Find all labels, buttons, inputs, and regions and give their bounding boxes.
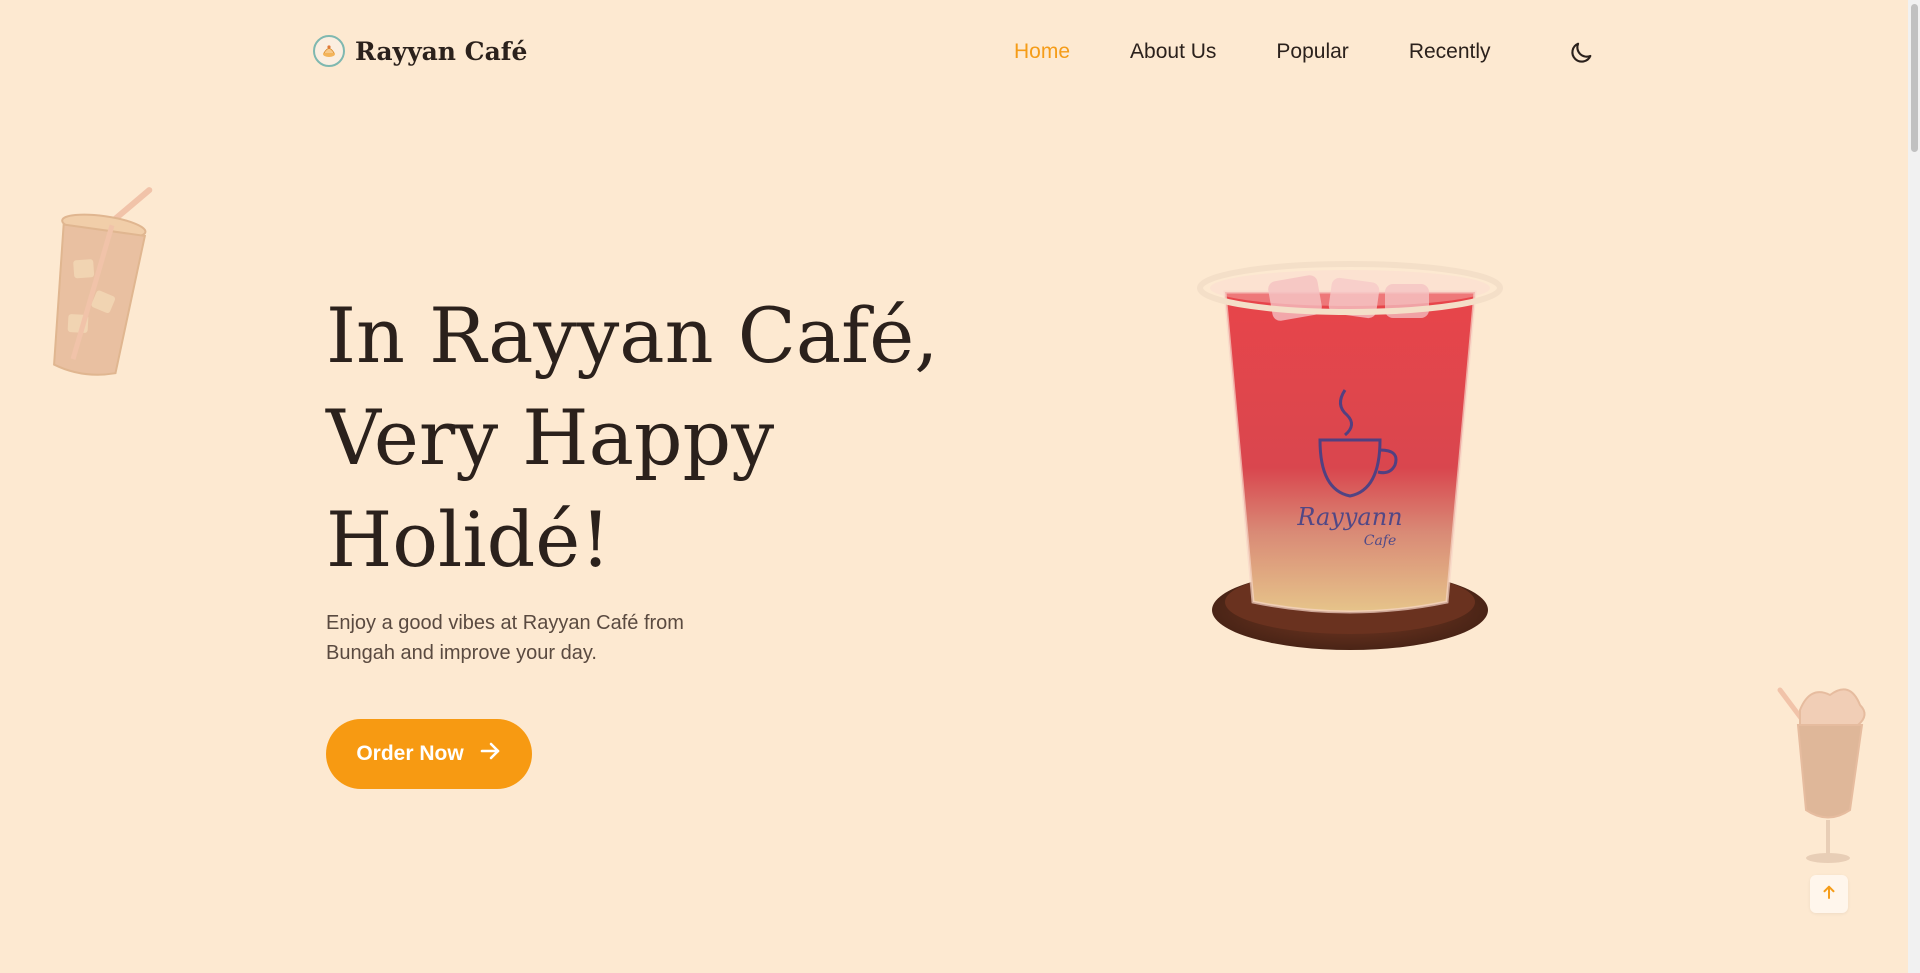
- nav-about-us[interactable]: About Us: [1130, 40, 1216, 64]
- hero-title: In Rayyan Café, Very Happy Holidé!: [326, 285, 1026, 591]
- nav-recently[interactable]: Recently: [1409, 40, 1491, 64]
- hero-drink-image: Rayyann Cafe: [1195, 250, 1515, 670]
- svg-text:Rayyann: Rayyann: [1296, 503, 1402, 531]
- page: Rayyan Café Home About Us Popular Recent…: [0, 0, 1908, 973]
- cafe-logo-icon: [313, 35, 345, 67]
- brand-name: Rayyan Café: [355, 36, 528, 66]
- hero-title-line-3: Holidé!: [326, 495, 611, 584]
- scroll-up-button[interactable]: [1810, 875, 1848, 913]
- hero-title-line-2: Very Happy: [326, 393, 775, 482]
- iced-coffee-decoration: [44, 182, 154, 382]
- nav-home[interactable]: Home: [1014, 40, 1070, 64]
- float-drink-decoration: [1770, 680, 1880, 870]
- brand[interactable]: Rayyan Café: [313, 35, 527, 67]
- header: Rayyan Café Home About Us Popular Recent…: [0, 0, 1908, 105]
- moon-icon[interactable]: [1567, 39, 1595, 67]
- main-nav: Home About Us Popular Recently: [1014, 40, 1491, 64]
- scrollbar-thumb[interactable]: [1911, 4, 1918, 152]
- order-now-label: Order Now: [356, 742, 464, 765]
- hero-description: Enjoy a good vibes at Rayyan Café from B…: [326, 612, 684, 664]
- nav-popular[interactable]: Popular: [1276, 40, 1348, 64]
- order-now-button[interactable]: Order Now: [326, 719, 532, 789]
- arrow-right-icon: [478, 739, 502, 769]
- svg-text:Cafe: Cafe: [1364, 533, 1397, 549]
- hero-title-line-1: In Rayyan Café,: [326, 291, 939, 380]
- vertical-scrollbar[interactable]: [1908, 0, 1920, 973]
- arrow-up-icon: [1820, 883, 1838, 906]
